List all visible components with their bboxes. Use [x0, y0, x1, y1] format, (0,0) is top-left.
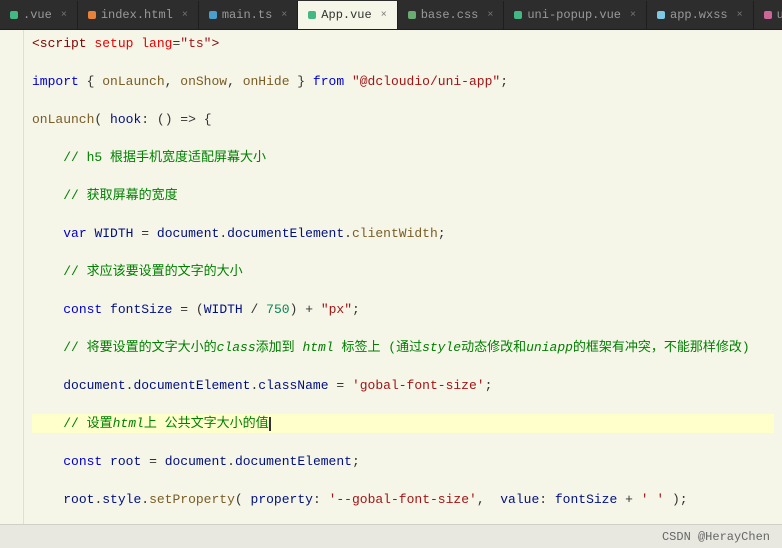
tab-label: uni-popup.vue: [527, 8, 621, 22]
close-icon[interactable]: ×: [61, 10, 67, 21]
close-icon[interactable]: ×: [381, 10, 387, 21]
tab-label: index.html: [101, 8, 173, 22]
tab-label: uni.scss: [777, 8, 782, 22]
tab-app-wxss[interactable]: app.wxss ×: [647, 1, 754, 29]
tab-app-vue[interactable]: App.vue ×: [298, 1, 397, 29]
close-icon[interactable]: ×: [182, 10, 188, 21]
credit-text: CSDN @HerayChen: [662, 530, 770, 544]
tab-uni-popup-vue[interactable]: uni-popup.vue ×: [504, 1, 647, 29]
tab-bar: .vue × index.html × main.ts × App.vue × …: [0, 0, 782, 30]
wxss-icon: [657, 11, 665, 19]
close-icon[interactable]: ×: [487, 10, 493, 21]
tab-label: App.vue: [321, 8, 371, 22]
scss-icon: [764, 11, 772, 19]
vue-icon: [308, 11, 316, 19]
status-bar: CSDN @HerayChen: [0, 524, 782, 548]
tab-main-ts[interactable]: main.ts ×: [199, 1, 298, 29]
line-numbers: [0, 30, 24, 524]
tab-label: app.wxss: [670, 8, 728, 22]
ts-icon: [209, 11, 217, 19]
close-icon[interactable]: ×: [281, 10, 287, 21]
html-icon: [88, 11, 96, 19]
css-icon: [408, 11, 416, 19]
tab-index-html[interactable]: index.html ×: [78, 1, 199, 29]
code-editor[interactable]: <script setup lang="ts"> import { onLaun…: [0, 30, 782, 524]
vue-icon: [514, 11, 522, 19]
code-text[interactable]: <script setup lang="ts"> import { onLaun…: [24, 30, 782, 524]
close-icon[interactable]: ×: [630, 10, 636, 21]
tab-uni-scss[interactable]: uni.scss ×: [754, 1, 782, 29]
tab-base-css[interactable]: base.css ×: [398, 1, 505, 29]
vue-icon: [10, 11, 18, 19]
tab-vue[interactable]: .vue ×: [0, 1, 78, 29]
editor-container: .vue × index.html × main.ts × App.vue × …: [0, 0, 782, 548]
tab-label: .vue: [23, 8, 52, 22]
close-icon[interactable]: ×: [737, 10, 743, 21]
tab-label: base.css: [421, 8, 479, 22]
tab-label: main.ts: [222, 8, 272, 22]
